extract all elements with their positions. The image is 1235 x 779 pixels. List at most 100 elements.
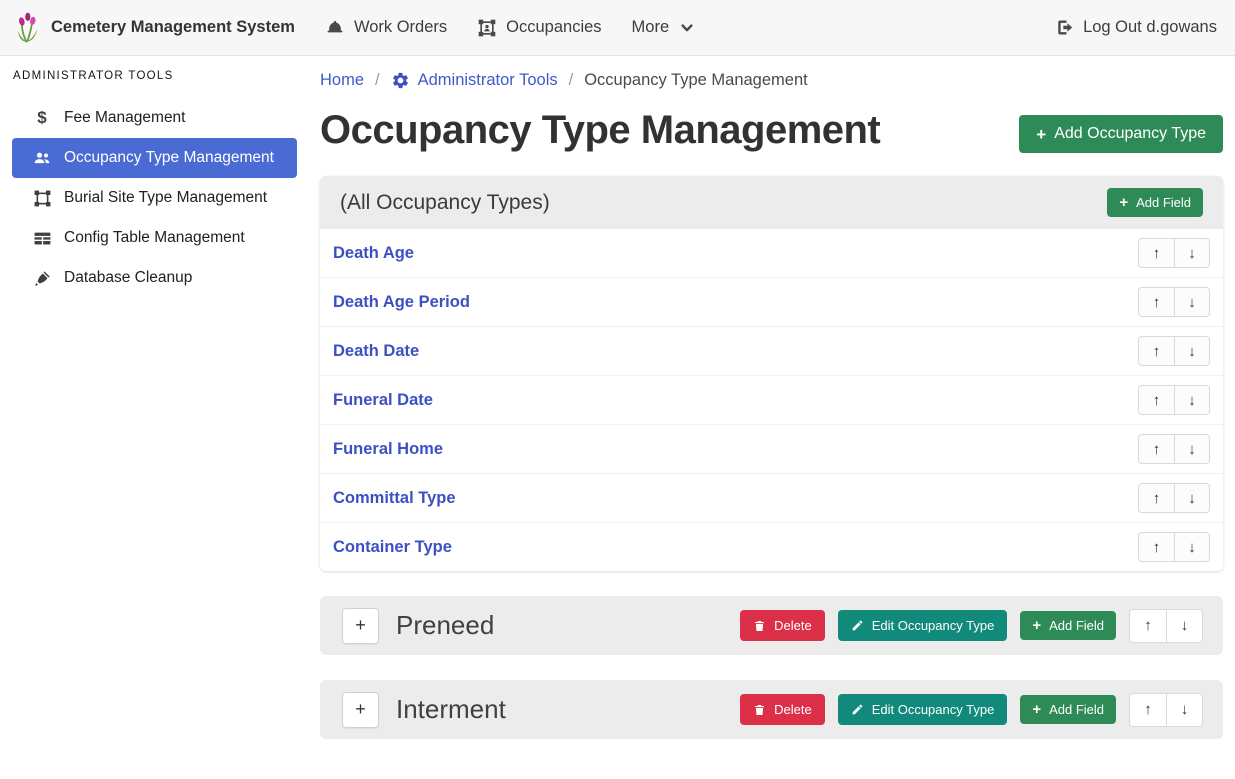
move-up-button[interactable]: ↑ (1130, 610, 1166, 642)
pencil-icon (851, 703, 864, 716)
nav-item-occupancies[interactable]: Occupancies (477, 18, 601, 38)
down-arrow-icon: ↓ (1188, 441, 1196, 458)
nav-item-work-orders[interactable]: Work Orders (325, 18, 447, 38)
move-up-button[interactable]: ↑ (1139, 484, 1174, 512)
reorder-button-group: ↑ ↓ (1138, 238, 1210, 268)
add-field-label: Add Field (1049, 618, 1104, 633)
up-arrow-icon: ↑ (1153, 343, 1161, 360)
move-up-button[interactable]: ↑ (1139, 288, 1174, 316)
expand-button[interactable]: + (342, 692, 379, 728)
up-arrow-icon: ↑ (1153, 245, 1161, 262)
field-link[interactable]: Funeral Home (333, 440, 443, 459)
field-row: Container Type ↑ ↓ (320, 522, 1223, 571)
move-up-button[interactable]: ↑ (1139, 435, 1174, 463)
gear-icon (391, 71, 410, 90)
field-link[interactable]: Funeral Date (333, 391, 433, 410)
add-field-label: Add Field (1049, 702, 1104, 717)
pencil-icon (851, 619, 864, 632)
up-arrow-icon: ↑ (1144, 701, 1152, 718)
move-up-button[interactable]: ↑ (1139, 337, 1174, 365)
occupancy-type-section: + Preneed Delete Edit Occupancy Type (320, 596, 1223, 655)
reorder-button-group: ↑ ↓ (1138, 385, 1210, 415)
field-link[interactable]: Death Age Period (333, 293, 470, 312)
breadcrumb-admin-tools-link[interactable]: Administrator Tools (391, 71, 558, 90)
chevron-down-icon (680, 21, 694, 35)
delete-label: Delete (774, 618, 812, 633)
down-arrow-icon: ↓ (1188, 343, 1196, 360)
broom-icon (30, 269, 54, 288)
expand-button[interactable]: + (342, 608, 379, 644)
breadcrumb-admin-tools-label: Administrator Tools (418, 71, 558, 90)
sidebar-item-config-table-management[interactable]: Config Table Management (12, 218, 297, 258)
field-row: Death Date ↑ ↓ (320, 326, 1223, 375)
plus-icon: + (355, 699, 366, 720)
nav-item-more[interactable]: More (632, 18, 695, 37)
all-occupancy-types-panel: (All Occupancy Types) + Add Field Death … (320, 176, 1223, 571)
hard-hat-icon (325, 18, 345, 38)
add-field-button[interactable]: + Add Field (1020, 611, 1116, 640)
field-row: Committal Type ↑ ↓ (320, 473, 1223, 522)
move-down-button[interactable]: ↓ (1174, 386, 1209, 414)
breadcrumb-current: Occupancy Type Management (584, 71, 808, 90)
edit-occupancy-type-label: Edit Occupancy Type (872, 618, 995, 633)
down-arrow-icon: ↓ (1188, 392, 1196, 409)
plus-icon: + (1036, 126, 1046, 143)
plus-icon: + (355, 615, 366, 636)
reorder-button-group: ↑ ↓ (1138, 434, 1210, 464)
breadcrumb: Home / Administrator Tools / Occupancy T… (320, 71, 1223, 90)
panel-header: (All Occupancy Types) + Add Field (320, 176, 1223, 229)
move-down-button[interactable]: ↓ (1174, 239, 1209, 267)
up-arrow-icon: ↑ (1153, 392, 1161, 409)
section-actions: Delete Edit Occupancy Type + Add Field ↑… (740, 609, 1203, 643)
delete-button[interactable]: Delete (740, 610, 825, 641)
plus-icon: + (1032, 618, 1041, 633)
sidebar-item-database-cleanup[interactable]: Database Cleanup (12, 258, 297, 298)
move-up-button[interactable]: ↑ (1139, 239, 1174, 267)
breadcrumb-home-link[interactable]: Home (320, 71, 364, 90)
move-up-button[interactable]: ↑ (1130, 694, 1166, 726)
edit-occupancy-type-button[interactable]: Edit Occupancy Type (838, 694, 1008, 725)
move-up-button[interactable]: ↑ (1139, 533, 1174, 561)
add-occupancy-type-label: Add Occupancy Type (1054, 125, 1206, 143)
move-down-button[interactable]: ↓ (1174, 288, 1209, 316)
down-arrow-icon: ↓ (1188, 294, 1196, 311)
add-field-button[interactable]: + Add Field (1020, 695, 1116, 724)
field-link[interactable]: Container Type (333, 538, 452, 557)
app-brand[interactable]: Cemetery Management System (14, 12, 295, 44)
reorder-button-group: ↑ ↓ (1138, 336, 1210, 366)
sidebar-item-burial-site-type-management[interactable]: Burial Site Type Management (12, 178, 297, 218)
section-title: Interment (396, 694, 506, 725)
delete-label: Delete (774, 702, 812, 717)
move-down-button[interactable]: ↓ (1166, 610, 1202, 642)
reorder-button-group: ↑ ↓ (1138, 287, 1210, 317)
logout-button[interactable]: Log Out d.gowans (1055, 18, 1217, 37)
field-link[interactable]: Death Date (333, 342, 419, 361)
sidebar-heading: ADMINISTRATOR TOOLS (13, 70, 297, 82)
sidebar-item-label: Burial Site Type Management (64, 189, 267, 207)
move-down-button[interactable]: ↓ (1174, 484, 1209, 512)
field-link[interactable]: Death Age (333, 244, 414, 263)
move-down-button[interactable]: ↓ (1174, 337, 1209, 365)
move-down-button[interactable]: ↓ (1174, 435, 1209, 463)
add-field-label: Add Field (1136, 195, 1191, 210)
main-content: Home / Administrator Tools / Occupancy T… (310, 56, 1235, 779)
sidebar-item-fee-management[interactable]: $ Fee Management (12, 98, 297, 138)
move-down-button[interactable]: ↓ (1166, 694, 1202, 726)
sidebar-item-label: Fee Management (64, 109, 186, 127)
dollar-icon: $ (30, 108, 54, 128)
add-field-button[interactable]: + Add Field (1107, 188, 1203, 217)
breadcrumb-separator: / (375, 71, 380, 90)
sections-container: + Preneed Delete Edit Occupancy Type (320, 596, 1223, 739)
delete-button[interactable]: Delete (740, 694, 825, 725)
down-arrow-icon: ↓ (1181, 701, 1189, 718)
sidebar-item-label: Database Cleanup (64, 269, 192, 287)
edit-occupancy-type-button[interactable]: Edit Occupancy Type (838, 610, 1008, 641)
field-link[interactable]: Committal Type (333, 489, 456, 508)
move-up-button[interactable]: ↑ (1139, 386, 1174, 414)
table-icon (30, 229, 54, 248)
reorder-button-group: ↑ ↓ (1129, 693, 1203, 727)
move-down-button[interactable]: ↓ (1174, 533, 1209, 561)
add-occupancy-type-button[interactable]: + Add Occupancy Type (1019, 115, 1223, 153)
sidebar: ADMINISTRATOR TOOLS $ Fee Management Occ… (0, 56, 310, 318)
sidebar-item-occupancy-type-management[interactable]: Occupancy Type Management (12, 138, 297, 178)
